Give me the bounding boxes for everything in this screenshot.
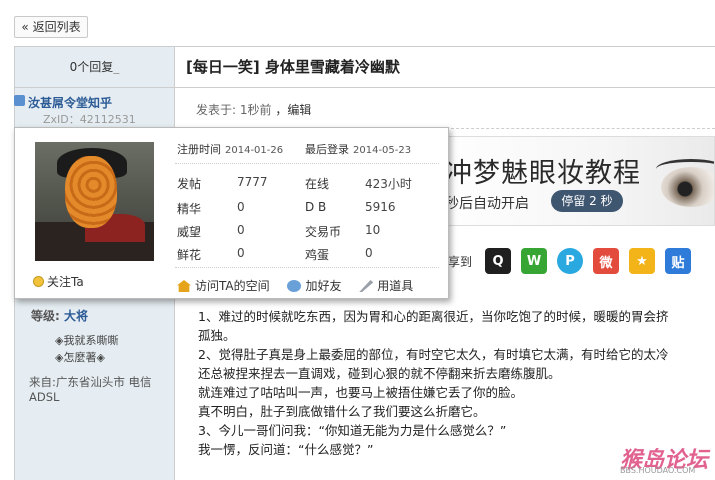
post-content: 1、难过的时候就吃东西，因为胃和心的距离很近，当你吃饱了的时候，暖暖的胃会挤 孤独… <box>198 307 715 459</box>
ad-title: 冲梦魅眼妆教程 <box>445 158 641 189</box>
add-friend-icon <box>287 280 302 292</box>
add-friend-label: 加好友 <box>305 279 342 293</box>
register-time: 注册时间 2014-01-26 <box>177 141 283 157</box>
use-item-link[interactable]: 用道具 <box>359 279 413 293</box>
stat-label: 交易币 <box>305 225 342 239</box>
follow-button[interactable]: 关注Ta <box>33 273 84 290</box>
post-line: 3、今儿一哥们问我：“你知道无能为力是什么感觉么？” <box>198 423 507 438</box>
tool-icon <box>359 280 374 292</box>
medal-2[interactable]: ◈怎麼著◈ <box>55 349 105 365</box>
post-line: 真不明白，肚子到底做错什么了我们要这么折磨它。 <box>198 404 486 419</box>
post-line: 就连难过了咕咕叫一声，也要马上被捂住嫌它丢了你的脸。 <box>198 385 524 400</box>
stat-label: 鸡蛋 <box>305 248 330 262</box>
reply-count: 0个回复_ <box>15 47 175 87</box>
post-line: 1、难过的时候就吃东西，因为胃和心的距离很近，当你吃饱了的时候，暖暖的胃会挤 <box>198 309 669 324</box>
post-line: 还总被捏来捏去一直调戏，碰到心狠的就不停翻来折去磨练腹肌。 <box>198 366 561 381</box>
thread-header: 0个回复_ [每日一笑] 身体里雪藏着冷幽默 <box>14 46 715 88</box>
ad-banner[interactable]: 冲梦魅眼妆教程 秒后自动开启 停留 2 秒 <box>430 136 715 226</box>
stat-label: 威望 <box>177 225 202 239</box>
avatar[interactable] <box>35 142 154 261</box>
weibo-share-icon[interactable]: 微 <box>593 248 619 274</box>
author-zxid: ZxID：42112531 <box>43 113 136 126</box>
post-line: 2、觉得肚子真是身上最委屈的部位，有时空它太久，有时填它太满，有时给它的太冷 <box>198 347 669 362</box>
author-rank: 等级: 大将 <box>31 307 88 324</box>
stat-value: 0 <box>237 200 245 214</box>
qzone-share-icon[interactable]: ★ <box>629 248 655 274</box>
rank-label: 等级: <box>31 309 60 323</box>
register-time-label: 注册时间 <box>177 143 221 156</box>
rank-value[interactable]: 大将 <box>64 309 88 323</box>
pengyou-share-icon[interactable]: P <box>557 248 583 274</box>
stat-label: 在线 <box>305 177 330 191</box>
share-label: 享到 <box>448 255 473 269</box>
stat-label: D B <box>305 200 327 214</box>
post-line: 孤独。 <box>198 328 236 343</box>
stat-value: 5916 <box>365 200 396 214</box>
post-meta: 发表于: 1秒前 ，编辑 <box>196 101 311 118</box>
online-status-icon <box>14 95 25 106</box>
orange-mask-graphic <box>65 156 117 228</box>
stat-label: 精华 <box>177 202 202 216</box>
reply-count-label: 0个回复 <box>69 60 114 74</box>
card-divider-bottom <box>175 267 439 268</box>
stat-value: 423小时 <box>365 177 412 191</box>
thread-title: [每日一笑] 身体里雪藏着冷幽默 <box>186 58 400 76</box>
register-time-value: 2014-01-26 <box>225 145 284 156</box>
back-to-list-button[interactable]: « 返回列表 <box>14 16 88 38</box>
author-name[interactable]: 汝甚屌令堂知乎 <box>28 94 112 111</box>
last-login-value: 2014-05-23 <box>353 145 412 156</box>
stat-label: 鲜花 <box>177 248 202 262</box>
add-friend-link[interactable]: 加好友 <box>287 279 341 293</box>
edit-link[interactable]: ，编辑 <box>275 103 311 117</box>
stat-value: 0 <box>237 246 245 260</box>
ad-stay-button[interactable]: 停留 2 秒 <box>551 190 623 212</box>
qq-share-icon[interactable]: Q <box>485 248 511 274</box>
stat-value: 7777 <box>237 175 268 189</box>
site-watermark-url: BBS.HOUDAO.COM <box>620 466 696 475</box>
stat-value: 0 <box>365 246 373 260</box>
stat-label: 发帖 <box>177 177 202 191</box>
wechat-share-icon[interactable]: W <box>521 248 547 274</box>
card-divider-top <box>175 163 439 164</box>
ad-eye-graphic <box>661 167 714 207</box>
ad-subtitle: 秒后自动开启 <box>445 196 529 212</box>
home-icon <box>177 280 191 292</box>
follow-icon <box>33 276 44 287</box>
follow-label: 关注Ta <box>47 275 84 289</box>
user-profile-popup: 关注Ta 注册时间 2014-01-26 最后登录 2014-05-23 发帖 777… <box>14 127 449 299</box>
stat-value: 10 <box>365 223 381 237</box>
last-login: 最后登录 2014-05-23 <box>305 141 411 157</box>
visit-space-link[interactable]: 访问TA的空间 <box>177 279 270 293</box>
visit-space-label: 访问TA的空间 <box>195 279 270 293</box>
post-time: 发表于: 1秒前 <box>196 103 272 117</box>
last-login-label: 最后登录 <box>305 143 349 156</box>
stat-value: 0 <box>237 223 245 237</box>
use-item-label: 用道具 <box>377 279 414 293</box>
card-actions: 访问TA的空间 加好友 用道具 <box>177 277 427 294</box>
medal-1[interactable]: ◈我就系嘶嘶 <box>55 332 118 348</box>
tieba-share-icon[interactable]: 贴 <box>665 248 691 274</box>
share-icons: Q W P 微 ★ 贴 <box>485 248 691 274</box>
author-location: 来自:广东省汕头市 电信ADSL <box>29 375 152 404</box>
